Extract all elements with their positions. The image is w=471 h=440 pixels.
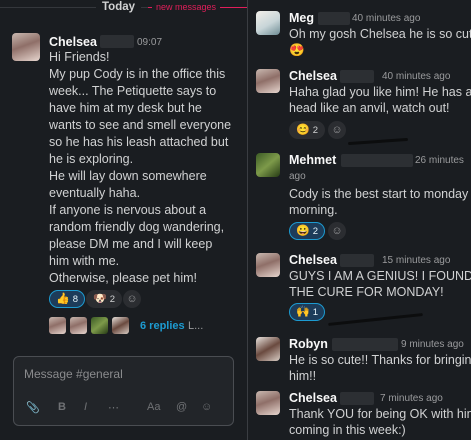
redacted-name <box>332 338 398 351</box>
reaction-count: 8 <box>72 293 78 305</box>
italic-icon[interactable]: I <box>84 401 87 413</box>
thread-participant-avatar <box>91 317 108 334</box>
new-messages-label: new messages <box>152 0 221 14</box>
message-author[interactable]: Chelsea <box>289 69 337 83</box>
reaction-raised-hands[interactable]: 🙌 1 <box>289 303 325 321</box>
message-time[interactable]: 09:07 <box>137 37 162 48</box>
reaction-count: 2 <box>312 225 318 237</box>
redacted-name <box>100 35 134 48</box>
message-line: please DM me and I will keep <box>49 237 213 251</box>
attach-icon[interactable]: 📎 <box>26 401 40 414</box>
message-author[interactable]: Chelsea <box>49 35 97 49</box>
thread-replies-link[interactable]: 6 replies <box>140 320 185 332</box>
redacted-name <box>318 12 350 25</box>
message-line: He will lay down somewhere <box>49 169 207 183</box>
smile-icon: 😊 <box>296 123 310 136</box>
avatar[interactable] <box>256 253 280 277</box>
avatar[interactable] <box>256 391 280 415</box>
message-author[interactable]: Chelsea <box>289 253 337 267</box>
message-line: Hi Friends! <box>49 50 110 64</box>
reaction-count: 2 <box>312 124 318 136</box>
message-line: Cody is the best start to monday <box>289 187 469 201</box>
message-line: My pup Cody is in the office this <box>49 67 226 81</box>
message-line: Otherwise, please pet him! <box>49 271 197 285</box>
avatar[interactable] <box>256 11 280 35</box>
add-reaction-button[interactable]: ☺ <box>328 121 346 139</box>
date-divider-label[interactable]: Today <box>96 0 142 14</box>
message-line: Oh my gosh Chelsea he is so cute. <box>289 27 471 41</box>
emoji-icon[interactable]: ☺ <box>201 401 212 413</box>
redacted-name <box>340 392 374 405</box>
message-line: him with me. <box>49 254 120 268</box>
thread-participant-avatar <box>70 317 87 334</box>
redacted-name <box>340 254 374 267</box>
avatar[interactable] <box>256 337 280 361</box>
reaction-grin[interactable]: 😀 2 <box>289 222 325 240</box>
more-formatting-icon[interactable]: ⋯ <box>108 401 119 414</box>
message-time[interactable]: 9 minutes ago <box>401 339 464 350</box>
reaction-thumbs-up[interactable]: 👍 8 <box>49 290 85 308</box>
add-reaction-icon: ☺ <box>331 225 343 237</box>
thread-participant-avatar <box>112 317 129 334</box>
scribble-mark <box>347 137 409 146</box>
message-time[interactable]: 7 minutes ago <box>380 393 443 404</box>
avatar[interactable] <box>256 69 280 93</box>
message-line: have him at my desk but he <box>49 101 202 115</box>
avatar[interactable] <box>12 33 40 61</box>
scribble-mark <box>328 313 423 326</box>
message-line: eventually haha. <box>49 186 141 200</box>
message-line: wants to see and smell everyone <box>49 118 232 132</box>
message-author[interactable]: Chelsea <box>289 391 337 405</box>
message-line: Haha glad you like him! He has a <box>289 85 471 99</box>
message-line: If anyone is nervous about a <box>49 203 207 217</box>
message-time[interactable]: 40 minutes ago <box>382 71 450 82</box>
thread-last-reply[interactable]: L... <box>188 320 203 332</box>
message-line: coming in this week:) <box>289 423 406 437</box>
thread-participant-avatar <box>49 317 66 334</box>
message-line: he is exploring. <box>49 152 134 166</box>
message-author[interactable]: Meg <box>289 11 314 25</box>
add-reaction-button[interactable]: ☺ <box>123 290 141 308</box>
dog-face-icon: 🐶 <box>93 292 107 305</box>
add-reaction-icon: ☺ <box>331 124 343 136</box>
message-line: 😍 <box>289 43 305 57</box>
add-reaction-button[interactable]: ☺ <box>328 222 346 240</box>
message-time-continued[interactable]: ago <box>289 171 306 182</box>
text-format-icon[interactable]: Aa <box>147 401 160 413</box>
message-author[interactable]: Mehmet <box>289 153 336 167</box>
message-line: so he has his leash attached but <box>49 135 229 149</box>
reaction-dog[interactable]: 🐶 2 <box>86 290 122 308</box>
message-line: him!! <box>289 369 317 383</box>
message-time[interactable]: 26 minutes <box>415 155 464 166</box>
reaction-count: 2 <box>109 293 115 305</box>
mention-icon[interactable]: @ <box>176 401 187 413</box>
message-line: He is so cute!! Thanks for bringing <box>289 353 471 367</box>
raised-hands-icon: 🙌 <box>296 305 310 318</box>
message-composer[interactable]: 📎 B I ⋯ Aa @ ☺ <box>13 356 234 426</box>
channel-pane: Today new messages Chelsea 09:07 Hi Frie… <box>0 0 247 440</box>
message-line: random friendly dog wandering, <box>49 220 225 234</box>
message-time[interactable]: 15 minutes ago <box>382 255 450 266</box>
message-author[interactable]: Robyn <box>289 337 328 351</box>
message-input[interactable] <box>24 365 224 383</box>
bold-icon[interactable]: B <box>58 401 66 413</box>
reaction-smile[interactable]: 😊 2 <box>289 121 325 139</box>
message-line: head like an anvil, watch out! <box>289 101 450 115</box>
thumbs-up-icon: 👍 <box>56 292 70 305</box>
message-time[interactable]: 40 minutes ago <box>352 13 420 24</box>
message-line: morning. <box>289 203 338 217</box>
redacted-name <box>340 70 374 83</box>
avatar[interactable] <box>256 153 280 177</box>
message-line: week... The Petiquette says to <box>49 84 217 98</box>
thread-pane: Meg 40 minutes ago Oh my gosh Chelsea he… <box>248 0 471 440</box>
message-line: THE CURE FOR MONDAY! <box>289 285 444 299</box>
reaction-count: 1 <box>312 306 318 318</box>
message-line: Thank YOU for being OK with him <box>289 407 471 421</box>
message-line: GUYS I AM A GENIUS! I FOUND <box>289 269 471 283</box>
redacted-name <box>341 154 413 167</box>
grin-icon: 😀 <box>296 224 310 237</box>
add-reaction-icon: ☺ <box>126 293 138 305</box>
